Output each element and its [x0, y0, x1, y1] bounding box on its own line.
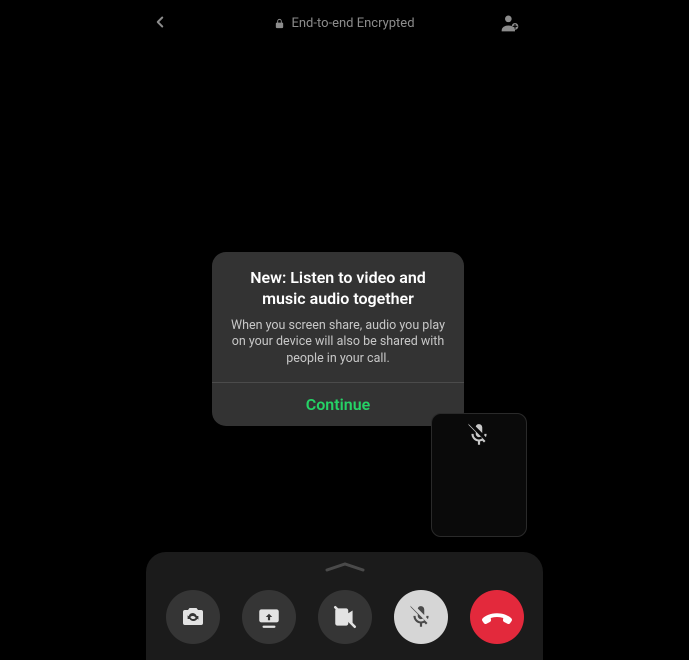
- encryption-status: End-to-end Encrypted: [274, 16, 414, 31]
- add-participant-button[interactable]: [499, 12, 521, 34]
- sheet-handle[interactable]: [323, 560, 367, 574]
- call-controls: [146, 590, 543, 644]
- video-call-screen: End-to-end Encrypted New: Listen to vide…: [0, 0, 689, 660]
- switch-camera-button[interactable]: [166, 590, 220, 644]
- self-preview-tile[interactable]: [431, 413, 527, 537]
- call-header: End-to-end Encrypted: [0, 0, 689, 46]
- screenshare-audio-dialog: New: Listen to video and music audio tog…: [212, 252, 464, 426]
- camera-off-button[interactable]: [318, 590, 372, 644]
- screen-share-icon: [256, 604, 282, 630]
- chevron-left-icon: [151, 13, 169, 31]
- dialog-description: When you screen share, audio you play on…: [226, 318, 450, 369]
- video-off-icon: [332, 604, 358, 630]
- dialog-title: New: Listen to video and music audio tog…: [226, 268, 450, 310]
- lock-icon: [274, 18, 285, 29]
- mic-off-icon: [408, 604, 434, 630]
- camera-switch-icon: [181, 605, 205, 629]
- person-add-icon: [500, 13, 520, 33]
- mic-off-icon: [466, 422, 492, 448]
- encryption-label: End-to-end Encrypted: [291, 16, 414, 31]
- mute-button[interactable]: [394, 590, 448, 644]
- call-controls-sheet: [146, 552, 543, 660]
- dialog-body: New: Listen to video and music audio tog…: [212, 252, 464, 382]
- mic-muted-indicator: [466, 422, 492, 452]
- end-call-button[interactable]: [470, 590, 524, 644]
- continue-button[interactable]: Continue: [212, 383, 464, 426]
- screen-share-button[interactable]: [242, 590, 296, 644]
- phone-hangup-icon: [482, 602, 512, 632]
- back-button[interactable]: [148, 10, 172, 34]
